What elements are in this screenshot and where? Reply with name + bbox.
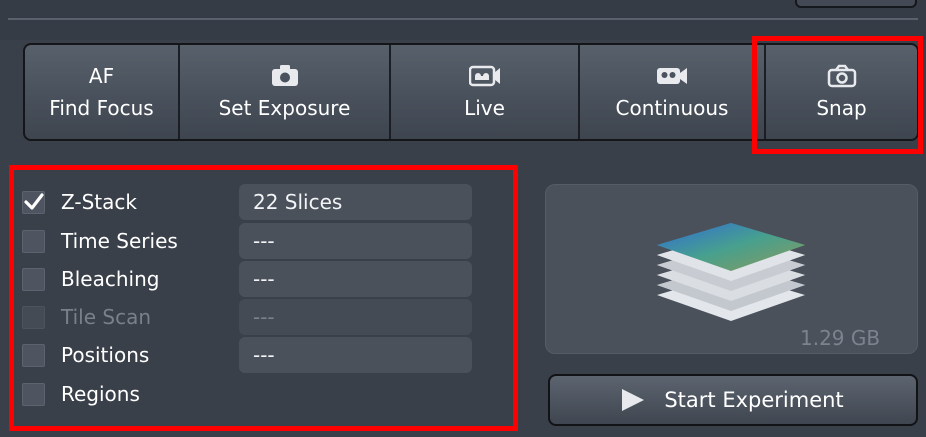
data-size-label: 1.29 GB	[800, 326, 881, 350]
button-label: Continuous	[615, 96, 729, 120]
start-experiment-button[interactable]: Start Experiment	[548, 374, 918, 426]
video-camera-icon	[468, 63, 501, 89]
set-exposure-button[interactable]: Set Exposure	[180, 45, 391, 139]
top-button-partial[interactable]	[795, 0, 917, 8]
continuous-button[interactable]: Continuous	[580, 45, 766, 139]
camera-icon	[270, 63, 300, 89]
live-button[interactable]: Live	[391, 45, 580, 139]
button-label: Find Focus	[49, 96, 154, 120]
z-stack-icon	[657, 223, 805, 321]
start-experiment-label: Start Experiment	[664, 388, 844, 412]
button-label: Live	[464, 96, 505, 120]
video-camera-icon	[656, 63, 688, 89]
top-strip	[0, 0, 926, 40]
play-icon	[622, 389, 645, 411]
find-focus-button[interactable]: AF Find Focus	[25, 45, 180, 139]
af-icon: AF	[88, 64, 115, 88]
options-highlight-box	[9, 165, 518, 431]
button-label: Set Exposure	[218, 96, 351, 120]
snap-highlight-box	[752, 36, 923, 154]
divider	[8, 18, 918, 20]
